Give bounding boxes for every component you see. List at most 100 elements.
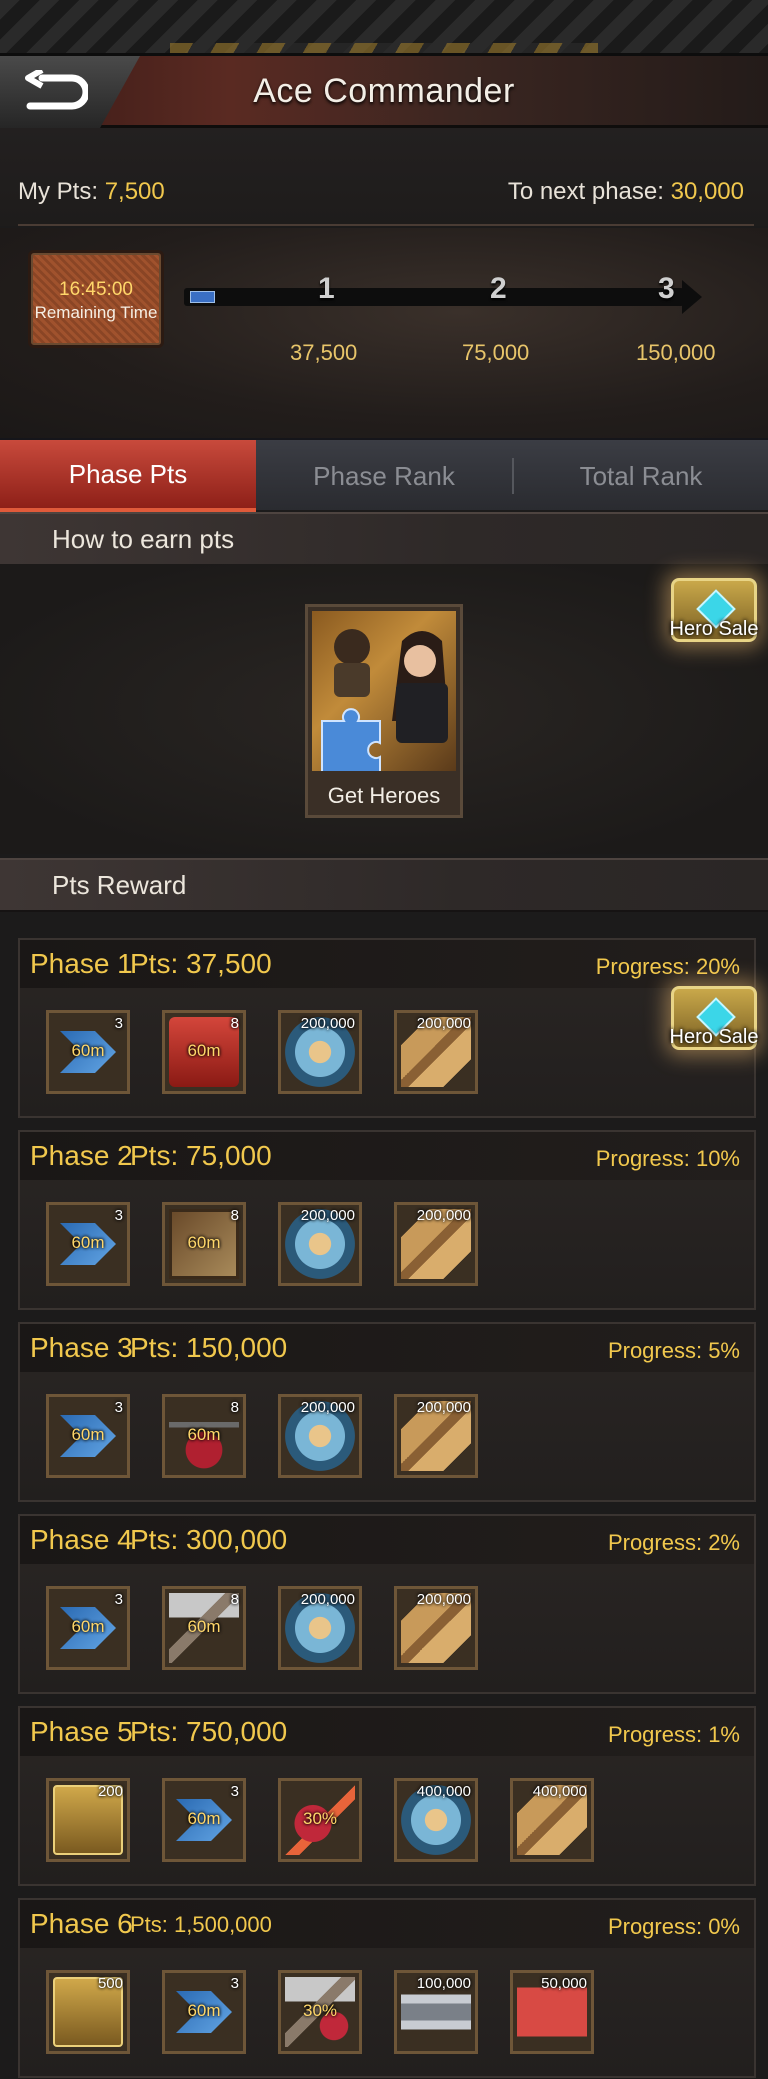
reward-qty: 3	[114, 1207, 123, 1224]
phase-progress: Progress: 2%	[607, 1530, 740, 1555]
reward-duration: 60m	[71, 1041, 105, 1060]
hero-sale-button-2[interactable]: Hero Sale	[664, 982, 764, 1076]
get-heroes-card[interactable]: Get Heroes	[305, 604, 463, 818]
reward-qty: 200,000	[300, 1207, 355, 1224]
phase-name: Phase 5	[30, 1716, 133, 1747]
phase-points: Pts: 300,000	[130, 1524, 288, 1555]
reward-item[interactable]: 3 60m	[46, 1394, 130, 1478]
reward-item[interactable]: 200,000	[394, 1010, 478, 1094]
reward-duration: 60m	[187, 1425, 221, 1444]
phase-points: Pts: 150,000	[130, 1332, 288, 1363]
reward-qty: 200,000	[416, 1207, 471, 1224]
reward-item[interactable]: 30%	[278, 1778, 362, 1862]
reward-duration: 60m	[187, 2001, 221, 2020]
reward-item[interactable]: 200,000	[394, 1394, 478, 1478]
reward-duration: 30%	[302, 1809, 338, 1828]
reward-item[interactable]: 400,000	[394, 1778, 478, 1862]
reward-item[interactable]: 400,000	[510, 1778, 594, 1862]
phase-points: Pts: 750,000	[130, 1716, 288, 1747]
remaining-time-value: 16:45:00	[59, 279, 133, 300]
my-pts-value: 7,500	[104, 178, 165, 205]
reward-item[interactable]: 3 60m	[46, 1202, 130, 1286]
reward-duration: 60m	[187, 1809, 221, 1828]
reward-duration: 60m	[71, 1233, 105, 1252]
heroes-art-icon	[312, 611, 456, 780]
reward-qty: 3	[114, 1015, 123, 1032]
rewards-section-header: Pts Reward	[0, 858, 768, 912]
phase-card-1: Phase 1 Pts: 37,500 Progress: 20% 3 60m 8 60m 2…	[18, 938, 756, 1118]
next-phase-label: To next phase:	[507, 178, 664, 205]
phase-card-5: Phase 5 Pts: 750,000 Progress: 1% 200 3 60m 30…	[18, 1706, 756, 1886]
reward-item[interactable]: 3 60m	[162, 1778, 246, 1862]
reward-qty: 400,000	[532, 1783, 587, 1800]
reward-item[interactable]: 100,000	[394, 1970, 478, 2054]
reward-item[interactable]: 8 60m	[162, 1394, 246, 1478]
reward-qty: 200,000	[300, 1015, 355, 1032]
phase-name: Phase 6	[30, 1908, 133, 1939]
reward-qty: 8	[230, 1207, 239, 1224]
tab-total-rank[interactable]: Total Rank	[514, 440, 768, 512]
phase-progress: Progress: 1%	[607, 1722, 740, 1747]
reward-item[interactable]: 50,000	[510, 1970, 594, 2054]
reward-qty: 400,000	[416, 1783, 471, 1800]
hero-sale-label: Hero Sale	[669, 618, 759, 640]
reward-qty: 200,000	[300, 1399, 355, 1416]
reward-qty: 200	[97, 1783, 123, 1800]
reward-qty: 200,000	[416, 1399, 471, 1416]
phase-progress: Progress: 5%	[607, 1338, 740, 1363]
reward-qty: 3	[114, 1399, 123, 1416]
phase-name: Phase 2	[30, 1140, 133, 1171]
tab-phase-pts[interactable]: Phase Pts	[0, 440, 256, 512]
reward-qty: 3	[230, 1783, 239, 1800]
reward-item[interactable]: 200,000	[394, 1202, 478, 1286]
phase-node-3-value: 150,000	[636, 340, 716, 365]
reward-item[interactable]: 500	[46, 1970, 130, 2054]
reward-item[interactable]: 3 60m	[46, 1010, 130, 1094]
reward-duration: 60m	[187, 1041, 221, 1060]
phase-progress: Progress: 20%	[595, 954, 740, 979]
remaining-time-label: Remaining Time	[34, 303, 158, 322]
get-heroes-label: Get Heroes	[327, 783, 441, 808]
reward-item[interactable]: 200,000	[278, 1010, 362, 1094]
phase-card-header: Phase 4 Pts: 300,000 Progress: 2%	[20, 1516, 754, 1564]
phase-node-1: 1	[318, 272, 335, 305]
hero-sale-label: Hero Sale	[669, 1026, 759, 1048]
page-title: Ace Commander	[253, 72, 515, 110]
header-bar: Ace Commander	[0, 56, 768, 128]
hero-sale-button[interactable]: Hero Sale	[664, 574, 764, 668]
reward-item[interactable]: 8 60m	[162, 1010, 246, 1094]
reward-item[interactable]: 200,000	[278, 1394, 362, 1478]
next-phase-value: 30,000	[670, 178, 744, 205]
phase-card-header: Phase 3 Pts: 150,000 Progress: 5%	[20, 1324, 754, 1372]
reward-qty: 200,000	[416, 1015, 471, 1032]
reward-qty: 500	[97, 1975, 123, 1992]
phase-node-3: 3	[658, 272, 675, 305]
phase-points: Pts: 1,500,000	[130, 1912, 272, 1937]
phase-card-header: Phase 6 Pts: 1,500,000 Progress: 0%	[20, 1900, 754, 1948]
reward-qty: 50,000	[541, 1975, 587, 1992]
reward-qty: 3	[230, 1975, 239, 1992]
timer-badge: 16:45:00 Remaining Time	[28, 250, 164, 348]
reward-item[interactable]: 200,000	[278, 1202, 362, 1286]
phase-progress-track	[184, 280, 702, 314]
reward-item[interactable]: 200,000	[394, 1586, 478, 1670]
reward-item[interactable]: 8 60m	[162, 1202, 246, 1286]
reward-item[interactable]: 8 60m	[162, 1586, 246, 1670]
phase-card-header: Phase 5 Pts: 750,000 Progress: 1%	[20, 1708, 754, 1756]
reward-item[interactable]: 3 60m	[46, 1586, 130, 1670]
reward-item[interactable]: 200	[46, 1778, 130, 1862]
reward-item[interactable]: 30%	[278, 1970, 362, 2054]
tab-phase-rank[interactable]: Phase Rank	[256, 440, 512, 512]
reward-item[interactable]: 200,000	[278, 1586, 362, 1670]
reward-item[interactable]: 3 60m	[162, 1970, 246, 2054]
reward-qty: 8	[230, 1399, 239, 1416]
phase-progress-panel: 16:45:00 Remaining Time 1 2 3 37,500 75,…	[0, 228, 768, 438]
reward-duration: 60m	[71, 1425, 105, 1444]
my-pts-label: My Pts:	[18, 178, 99, 205]
reward-qty: 8	[230, 1015, 239, 1032]
phase-progress: Progress: 10%	[595, 1146, 740, 1171]
reward-duration: 60m	[71, 1617, 105, 1636]
reward-qty: 3	[114, 1591, 123, 1608]
phase-points: Pts: 37,500	[130, 948, 272, 979]
earn-section-header: How to earn pts	[0, 512, 768, 566]
